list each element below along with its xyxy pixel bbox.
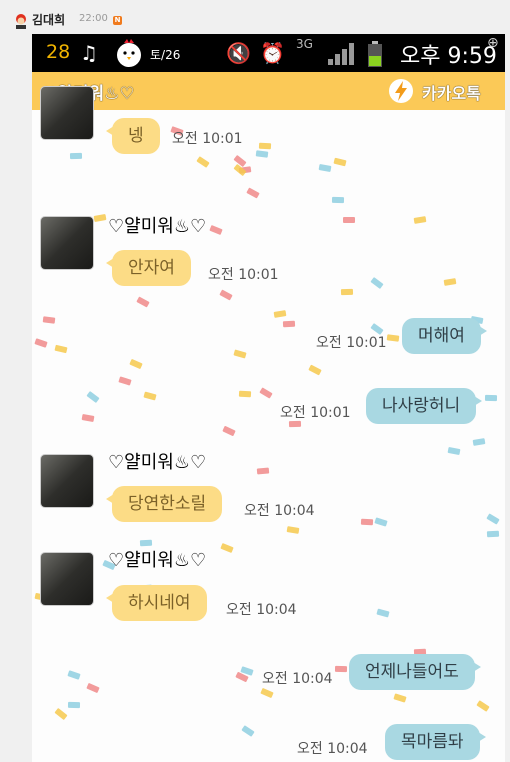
- post-author[interactable]: 김대희: [32, 11, 65, 28]
- date-label: 토/26: [150, 48, 181, 62]
- confetti-piece: [238, 390, 252, 398]
- confetti-piece: [334, 665, 348, 673]
- message-bubble[interactable]: 언제나들어도: [349, 654, 481, 690]
- confetti-piece: [233, 349, 247, 359]
- post-time: 22:00: [79, 13, 108, 24]
- confetti-piece: [476, 700, 490, 712]
- confetti-piece: [246, 187, 260, 199]
- chat-area[interactable]: 넹 오전 10:01 ♡얄미워♨♡ 안자여 오전 10:01 오전 10:01 …: [32, 86, 505, 762]
- message-time: 오전 10:04: [244, 503, 315, 519]
- avatar[interactable]: [40, 454, 94, 508]
- confetti-piece: [318, 164, 332, 172]
- confetti-piece: [129, 358, 143, 370]
- confetti-piece: [54, 344, 68, 354]
- battery-icon: [368, 41, 382, 67]
- confetti-piece: [69, 152, 83, 160]
- confetti-piece: [222, 425, 236, 437]
- confetti-piece: [360, 518, 374, 526]
- message-time: 오전 10:04: [297, 741, 368, 757]
- confetti-piece: [374, 517, 388, 527]
- message-bubble[interactable]: 나사랑허니: [366, 388, 483, 424]
- mute-icon: 🔇: [226, 41, 251, 65]
- confetti-piece: [86, 682, 100, 694]
- status-bar: 28 ♫ 토/26 🔇 ⏰ 3G 오후 9:59 ⊕: [32, 34, 505, 72]
- confetti-piece: [447, 446, 461, 456]
- message-time: 오전 10:01: [172, 131, 243, 147]
- message-bubble[interactable]: 머해여: [402, 318, 487, 354]
- confetti-piece: [282, 320, 296, 328]
- avatar[interactable]: [40, 552, 94, 606]
- confetti-piece: [209, 224, 223, 236]
- sender-name: ♡얄미워♨♡: [108, 550, 207, 571]
- confetti-piece: [233, 163, 247, 177]
- confetti-piece: [118, 376, 132, 386]
- confetti-piece: [340, 288, 354, 296]
- confetti-piece: [286, 526, 300, 534]
- confetti-piece: [67, 701, 81, 709]
- message-time: 오전 10:04: [226, 602, 297, 618]
- network-label: 3G: [296, 37, 313, 51]
- phone-screenshot: 28 ♫ 토/26 🔇 ⏰ 3G 오후 9:59 ⊕ ♡얄미워♨♡ 카카오톡: [32, 34, 505, 762]
- confetti-piece: [386, 334, 400, 342]
- confetti-piece: [241, 725, 255, 737]
- confetti-piece: [219, 289, 233, 301]
- confetti-piece: [376, 608, 390, 618]
- sender-name: ♡얄미워♨♡: [108, 452, 207, 473]
- zoom-icon[interactable]: ⊕: [487, 35, 499, 51]
- confetti-piece: [81, 414, 95, 422]
- confetti-piece: [86, 390, 100, 404]
- message-time: 오전 10:01: [208, 267, 279, 283]
- signal-icon: [328, 43, 354, 65]
- confetti-piece: [196, 156, 210, 168]
- confetti-piece: [260, 687, 274, 699]
- confetti-piece: [343, 217, 355, 223]
- confetti-piece: [333, 157, 347, 167]
- confetti-piece: [486, 513, 500, 525]
- confetti-piece: [256, 467, 270, 475]
- music-icon: ♫: [80, 41, 98, 65]
- alarm-icon: ⏰: [260, 41, 285, 65]
- notification-count: 28: [46, 41, 71, 63]
- post-header: 김대희 22:00 N: [0, 0, 510, 34]
- confetti-piece: [273, 310, 287, 318]
- confetti-piece: [136, 296, 150, 308]
- confetti-piece: [308, 364, 322, 376]
- avatar[interactable]: [40, 216, 94, 270]
- confetti-piece: [42, 316, 56, 324]
- message-bubble[interactable]: 하시네여: [106, 585, 207, 621]
- message-bubble[interactable]: 당연한소릴: [105, 486, 223, 522]
- confetti-piece: [259, 387, 273, 399]
- brand-label: 카카오톡: [422, 84, 481, 103]
- confetti-piece: [331, 196, 345, 204]
- confetti-piece: [486, 530, 500, 538]
- confetti-piece: [472, 438, 486, 446]
- message-bubble[interactable]: 목마름돠: [385, 724, 486, 760]
- clock: 오후 9:59: [400, 44, 497, 69]
- confetti-piece: [413, 216, 427, 224]
- avatar[interactable]: [40, 86, 94, 140]
- confetti-piece: [370, 276, 384, 290]
- message-time: 오전 10:01: [280, 405, 351, 421]
- confetti-piece: [484, 394, 498, 402]
- message-bubble[interactable]: 넹: [106, 118, 160, 154]
- kakao-lightning-icon: [389, 79, 413, 103]
- confetti-piece: [67, 670, 81, 680]
- confetti-piece: [34, 338, 48, 348]
- confetti-piece: [143, 391, 157, 401]
- message-bubble[interactable]: 안자여: [106, 250, 191, 286]
- message-time: 오전 10:01: [316, 335, 387, 351]
- message-time: 오전 10:04: [262, 671, 333, 687]
- chick-icon: [117, 39, 141, 67]
- sender-name: ♡얄미워♨♡: [108, 216, 207, 237]
- confetti-piece: [393, 693, 407, 703]
- confetti-piece: [93, 214, 107, 222]
- chat-title-bar: ♡얄미워♨♡ 카카오톡: [32, 72, 505, 110]
- confetti-piece: [220, 542, 234, 554]
- new-badge: N: [113, 16, 122, 25]
- confetti-piece: [255, 150, 269, 158]
- confetti-piece: [258, 142, 272, 150]
- confetti-piece: [54, 707, 68, 721]
- confetti-piece: [443, 278, 457, 286]
- mascot-icon: [16, 14, 26, 29]
